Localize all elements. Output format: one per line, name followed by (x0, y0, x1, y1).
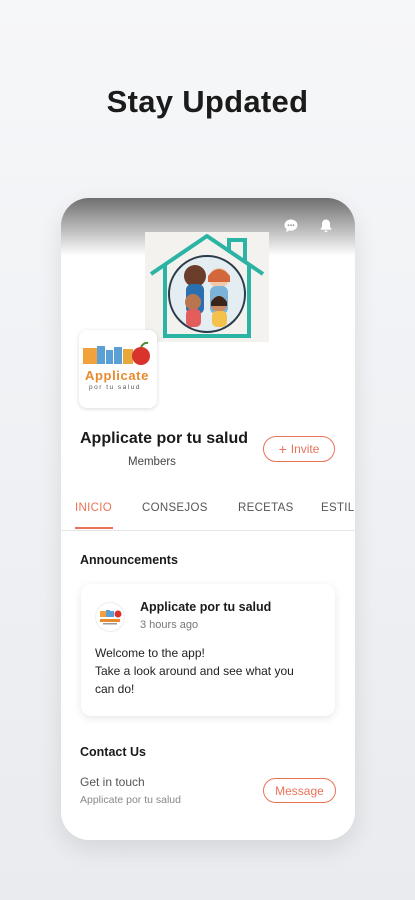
invite-button[interactable]: + Invite (263, 436, 335, 462)
bell-icon[interactable] (318, 218, 334, 234)
contact-title: Contact Us (80, 745, 146, 759)
tab-consejos[interactable]: CONSEJOS (142, 502, 208, 514)
author-avatar (95, 602, 125, 632)
active-tab-indicator (75, 527, 113, 529)
invite-button-label: Invite (290, 442, 320, 456)
tab-inicio[interactable]: INICIO (75, 502, 112, 514)
contact-subtitle: Get in touch (80, 775, 145, 789)
post-body: Welcome to the app! Take a look around a… (95, 644, 325, 698)
svg-text:por tu salud: por tu salud (89, 384, 141, 391)
logo-graphic: Applicate por tu salud (83, 341, 150, 391)
post-body-line: can do! (95, 682, 135, 696)
announcements-title: Announcements (80, 553, 178, 567)
announcement-card[interactable]: Applicate por tu salud 3 hours ago Welco… (81, 584, 335, 716)
cover-image (145, 232, 269, 342)
tab-recetas[interactable]: RECETAS (238, 502, 294, 514)
post-author: Applicate por tu salud (140, 600, 272, 614)
tab-bar: INICIO CONSEJOS RECETAS ESTILO (61, 498, 355, 531)
post-body-line: Take a look around and see what you (95, 664, 294, 678)
phone-mockup: Applicate por tu salud Applicate por tu … (61, 198, 355, 840)
post-timestamp: 3 hours ago (140, 619, 199, 631)
page-headline: Stay Updated (106, 84, 309, 119)
members-link[interactable]: Members (128, 456, 176, 468)
group-name: Applicate por tu salud (80, 430, 249, 447)
svg-text:Applicate: Applicate (85, 368, 149, 383)
contact-owner: Applicate por tu salud (80, 794, 181, 806)
plus-icon: + (278, 441, 287, 457)
group-logo: Applicate por tu salud (79, 330, 157, 408)
message-button[interactable]: Message (263, 778, 336, 803)
chat-icon[interactable] (283, 218, 299, 234)
post-body-line: Welcome to the app! (95, 646, 205, 660)
tab-estilo[interactable]: ESTILO (321, 502, 355, 514)
